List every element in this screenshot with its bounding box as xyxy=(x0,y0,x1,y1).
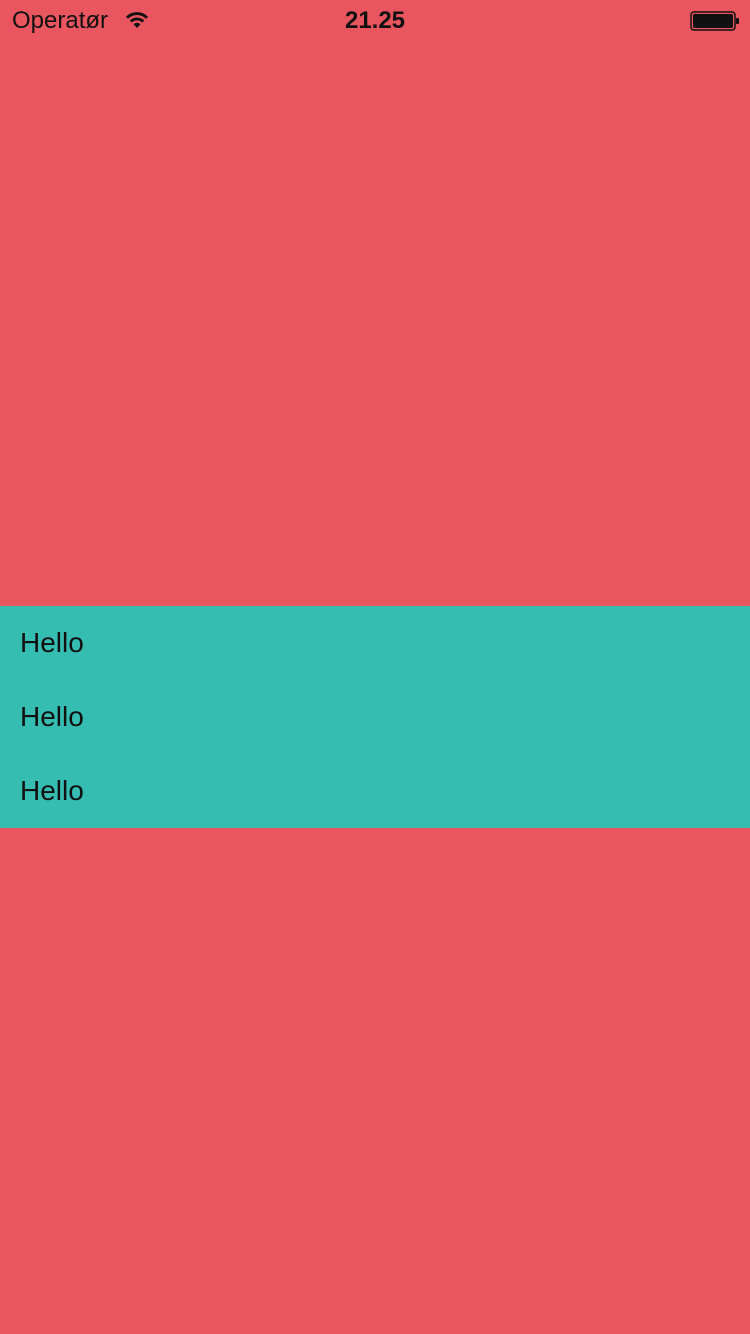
list-item-label: Hello xyxy=(20,627,84,658)
status-bar: Operatør 21.25 xyxy=(0,0,750,40)
hello-list: Hello Hello Hello xyxy=(0,606,750,828)
list-item-label: Hello xyxy=(20,701,84,732)
list-item[interactable]: Hello xyxy=(0,754,750,828)
list-item[interactable]: Hello xyxy=(0,680,750,754)
list-item-label: Hello xyxy=(20,775,84,806)
battery-icon xyxy=(690,11,739,31)
app-screen: Operatør 21.25 Hello Hello Hello xyxy=(0,0,750,1334)
status-time: 21.25 xyxy=(344,7,406,34)
list-item[interactable]: Hello xyxy=(0,606,750,680)
